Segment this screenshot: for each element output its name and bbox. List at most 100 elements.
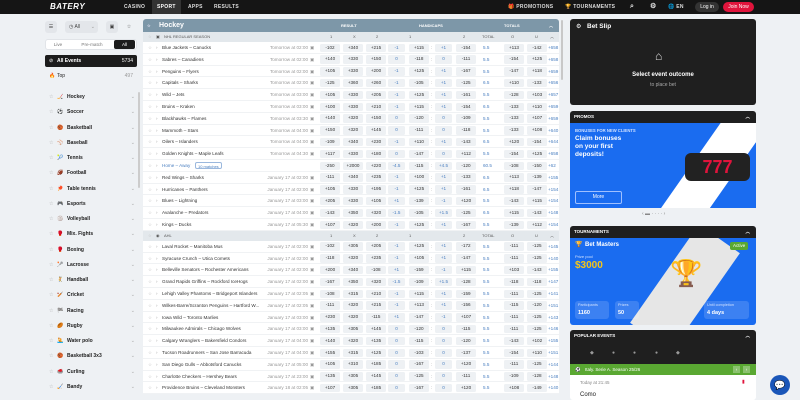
odds-1[interactable]: -125 [320,78,340,88]
star-icon[interactable]: ☆ [148,347,152,358]
more-markets[interactable]: +658 [548,54,559,65]
handicap-1-line[interactable]: -1 [388,185,405,194]
star-icon[interactable]: ☆ [148,253,152,264]
calendar-icon[interactable]: ▣ [310,136,314,147]
event-name[interactable]: Mammoth – Stars [162,125,198,136]
chevron-right-icon[interactable]: › [156,101,158,112]
odds-x[interactable]: +330 [343,102,363,111]
odds-2[interactable]: +125 [366,348,386,357]
total-line[interactable]: 5.5 [483,148,501,159]
total-under[interactable]: -149 [527,383,547,393]
event-name[interactable]: Wild – Jets [162,89,184,100]
star-icon[interactable]: ☆ [148,323,152,334]
odds-2[interactable]: +185 [366,383,386,393]
table-row[interactable]: ☆ › Capitals – Sharks Tomorrow at 02:00 ▣ -12… [143,77,559,90]
star-icon[interactable]: ☆ [49,244,53,256]
odds-x[interactable]: +360 [343,78,363,88]
total-over[interactable]: +118 [504,185,524,194]
table-row[interactable]: ☆ › Milwaukee Admirals – Chicago Wolves Jan… [143,323,559,336]
handicap-1-odds[interactable]: -109 [409,277,429,287]
event-name[interactable]: Calgary Wranglers – Bakersfield Condors [162,335,246,346]
odds-2[interactable]: +135 [366,336,386,346]
odds-x[interactable]: +340 [343,137,363,147]
handicap-2-line[interactable]: -1 [435,265,452,275]
calendar-icon[interactable]: ▣ [310,253,314,264]
handicap-2-odds[interactable]: -125 [456,78,476,88]
star-icon[interactable]: ☆ [49,152,53,164]
table-row[interactable]: ☆ › Laval Rocket – Manitoba Mus January 17 … [143,240,559,253]
star-icon[interactable]: ☆ [148,359,152,370]
total-over[interactable]: -154 [504,55,524,64]
odds-x[interactable]: +320 [343,126,363,135]
star-icon[interactable]: ☆ [49,91,53,103]
total-line[interactable]: 5.5 [483,264,501,275]
handicap-1-odds[interactable]: +115 [409,289,429,298]
total-line[interactable]: 5.5 [483,125,501,136]
chevron-right-icon[interactable]: › [156,241,158,252]
handicap-2-odds[interactable]: -161 [456,90,476,100]
star-icon[interactable]: ☆ [49,289,53,301]
odds-1[interactable]: +105 [320,67,340,76]
chevron-right-icon[interactable]: › [156,347,158,358]
total-under[interactable]: -125 [527,289,547,298]
total-over[interactable]: -133 [504,126,524,135]
odds-x[interactable]: +350 [343,277,363,287]
odds-x[interactable]: +305 [343,383,363,393]
total-over[interactable]: -133 [504,114,524,123]
prev-arrow-icon[interactable]: ‹ [733,366,740,373]
total-over[interactable]: -111 [504,324,524,334]
sidebar-item-handball[interactable]: ☆ 🤾 Handball ⌄ [45,274,137,286]
handicap-2-odds[interactable]: -156 [456,301,476,310]
total-over[interactable]: -111 [504,242,524,251]
star-icon[interactable]: ☆ [49,167,53,179]
handicap-1-line[interactable]: +1 [388,313,405,322]
handicap-1-line[interactable]: 0 [388,372,405,381]
sidebar-item-tennis[interactable]: ☆ 🎾 Tennis ⌄ [45,152,137,164]
handicap-2-odds[interactable]: -147 [456,254,476,263]
total-over[interactable]: +103 [504,265,524,275]
handicap-1-odds[interactable]: -105 [409,78,429,88]
total-over[interactable]: -143 [504,336,524,346]
total-under[interactable]: -125 [527,254,547,263]
more-markets[interactable]: +154 [548,184,559,195]
total-line[interactable]: 6.5 [483,172,501,183]
chevron-down-icon[interactable]: ⌄ [131,183,135,195]
odds-x[interactable]: +315 [343,348,363,357]
chevron-down-icon[interactable]: ⌄ [131,244,135,256]
handicap-2-line[interactable]: 0 [435,114,452,123]
chevron-down-icon[interactable]: ⌄ [131,198,135,210]
more-markets[interactable]: +140 [548,382,559,393]
handicap-2-odds[interactable]: +115 [456,265,476,275]
handicap-2-line[interactable]: +1 [435,102,452,111]
tournaments-header[interactable]: TOURNAMENTS ︿ [570,226,756,238]
odds-x[interactable]: +305 [343,324,363,334]
chevron-right-icon[interactable]: › [156,66,158,77]
table-row[interactable]: ☆ › Oilers – Islanders Tomorrow at 04:00 ▣ -1… [143,136,559,149]
handicap-1-line[interactable]: 0 [388,114,405,123]
event-name[interactable]: Iowa Wild – Toronto Marlies [162,312,218,323]
total-over[interactable]: -115 [504,301,524,310]
handicap-2-line[interactable]: +1 [435,78,452,88]
handicap-1-odds[interactable]: -147 [409,149,429,159]
handicap-2-odds[interactable]: -125 [456,208,476,218]
event-name[interactable]: Penguins – Flyers [162,66,199,77]
odds-1[interactable]: +135 [320,372,340,381]
handicap-1-odds[interactable]: -147 [409,313,429,322]
search-icon[interactable]: ⌕ [630,0,634,14]
join-now-button[interactable]: Join Now [723,2,754,12]
calendar-icon[interactable]: ▣ [310,241,314,252]
handicap-1-line[interactable]: 0 [388,383,405,393]
calendar-icon[interactable]: ▣ [310,323,314,334]
tab-pre-match[interactable]: Pre-match [73,40,111,49]
total-under[interactable]: +115 [527,196,547,206]
total-line[interactable]: 5.5 [483,54,501,65]
event-name[interactable]: Blackhawks – Flames [162,113,206,124]
odds-2[interactable]: +180 [366,149,386,159]
total-line[interactable]: 5.5 [483,66,501,77]
calendar-icon[interactable]: ▣ [310,335,314,346]
handicap-2-line[interactable]: +1.5 [435,277,452,287]
handicap-2-odds[interactable]: -137 [456,348,476,357]
chevron-right-icon[interactable]: › [156,288,158,299]
odds-2[interactable]: +230 [366,137,386,147]
event-name[interactable]: Hurricanes – Panthers [162,184,208,195]
